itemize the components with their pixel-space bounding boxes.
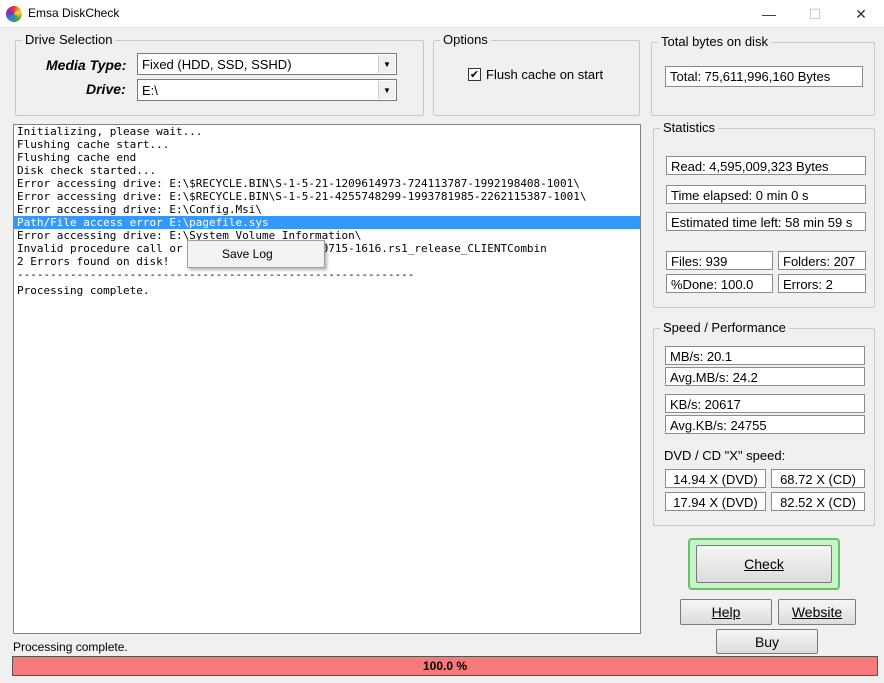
maximize-button[interactable]: ☐ — [792, 0, 838, 28]
total-bytes-group: Total bytes on disk Total: 75,611,996,16… — [651, 34, 875, 116]
errors-field: Errors: 2 — [778, 274, 866, 293]
log-line[interactable]: 2 Errors found on disk! — [14, 255, 640, 268]
log-line[interactable]: Processing complete. — [14, 284, 640, 297]
save-log-menu-item[interactable]: Save Log — [222, 247, 273, 261]
options-group: Options ✔ Flush cache on start — [433, 32, 640, 116]
drive-label: Drive: — [86, 81, 126, 97]
chevron-down-icon[interactable]: ▼ — [378, 55, 395, 73]
speed-title: Speed / Performance — [660, 320, 789, 335]
window-title: Emsa DiskCheck — [28, 6, 120, 20]
done-field: %Done: 100.0 — [666, 274, 773, 293]
progress-bar: 100.0 % — [12, 656, 878, 676]
dvd-speed-1-field: 14.94 X (DVD) — [665, 469, 766, 488]
log-line[interactable]: Initializing, please wait... — [14, 125, 640, 138]
mbs-field: MB/s: 20.1 — [665, 346, 865, 365]
log-separator: ----------------------------------------… — [17, 268, 415, 281]
title-bar: Emsa DiskCheck — ☐ ✕ — [0, 0, 884, 28]
log-line-selected[interactable]: Path/File access error E:\pagefile.sys — [14, 216, 640, 229]
help-button-label: Help — [711, 604, 741, 620]
flush-cache-label: Flush cache on start — [486, 67, 604, 82]
chevron-down-icon[interactable]: ▼ — [378, 81, 395, 99]
statistics-title: Statistics — [660, 120, 719, 135]
time-left-field: Estimated time left: 58 min 59 s — [666, 212, 866, 231]
close-button[interactable]: ✕ — [838, 0, 884, 28]
cd-speed-1-field: 68.72 X (CD) — [771, 469, 865, 488]
log-line[interactable]: Error accessing drive: E:\Config.Msi\ — [14, 203, 640, 216]
log-line[interactable]: Invalid procedure call or argu rade\1439… — [14, 242, 640, 255]
log-line[interactable]: Error accessing drive: E:\$RECYCLE.BIN\S… — [14, 190, 640, 203]
speed-group: Speed / Performance MB/s: 20.1 Avg.MB/s:… — [653, 320, 875, 526]
help-button[interactable]: Help — [680, 599, 772, 625]
options-title: Options — [440, 32, 491, 47]
check-button[interactable]: Check — [696, 545, 832, 583]
drive-selection-group: Drive Selection Media Type: Fixed (HDD, … — [15, 32, 424, 116]
drive-selection-title: Drive Selection — [22, 32, 116, 47]
avg-mbs-field: Avg.MB/s: 24.2 — [665, 367, 865, 386]
dvd-speed-2-field: 17.94 X (DVD) — [665, 492, 766, 511]
app-icon — [6, 6, 22, 22]
cd-speed-2-field: 82.52 X (CD) — [771, 492, 865, 511]
files-field: Files: 939 — [666, 251, 773, 270]
log-line[interactable]: Flushing cache end — [14, 151, 640, 164]
log-output[interactable]: Initializing, please wait... Flushing ca… — [13, 124, 641, 634]
media-type-select[interactable]: Fixed (HDD, SSD, SSHD) ▼ — [137, 53, 397, 75]
context-menu: Save Log — [187, 240, 325, 268]
read-field: Read: 4,595,009,323 Bytes — [666, 156, 866, 175]
drive-select[interactable]: E:\ ▼ — [137, 79, 397, 101]
total-bytes-field: Total: 75,611,996,160 Bytes — [665, 66, 863, 87]
website-button-label: Website — [791, 604, 843, 620]
avg-kbs-field: Avg.KB/s: 24755 — [665, 415, 865, 434]
folders-field: Folders: 207 — [778, 251, 866, 270]
media-type-label: Media Type: — [46, 57, 127, 73]
total-bytes-title: Total bytes on disk — [658, 34, 771, 49]
status-text: Processing complete. — [13, 640, 128, 654]
website-button[interactable]: Website — [778, 599, 856, 625]
kbs-field: KB/s: 20617 — [665, 394, 865, 413]
check-button-label: Check — [744, 556, 784, 572]
minimize-button[interactable]: — — [746, 0, 792, 28]
log-line[interactable]: Flushing cache start... — [14, 138, 640, 151]
flush-cache-checkbox[interactable]: ✔ — [468, 68, 481, 81]
time-elapsed-field: Time elapsed: 0 min 0 s — [666, 185, 866, 204]
log-line[interactable]: Error accessing drive: E:\$RECYCLE.BIN\S… — [14, 177, 640, 190]
buy-button-label: Buy — [754, 633, 780, 650]
log-line[interactable]: Disk check started... — [14, 164, 640, 177]
statistics-group: Statistics Read: 4,595,009,323 Bytes Tim… — [653, 120, 875, 308]
dvd-speed-label: DVD / CD "X" speed: — [664, 448, 786, 463]
drive-value: E:\ — [142, 83, 158, 98]
buy-button[interactable]: Buy — [716, 629, 818, 654]
media-type-value: Fixed (HDD, SSD, SSHD) — [142, 57, 292, 72]
log-line[interactable]: Error accessing drive: E:\System Volume … — [14, 229, 640, 242]
progress-label: 100.0 % — [422, 659, 468, 673]
